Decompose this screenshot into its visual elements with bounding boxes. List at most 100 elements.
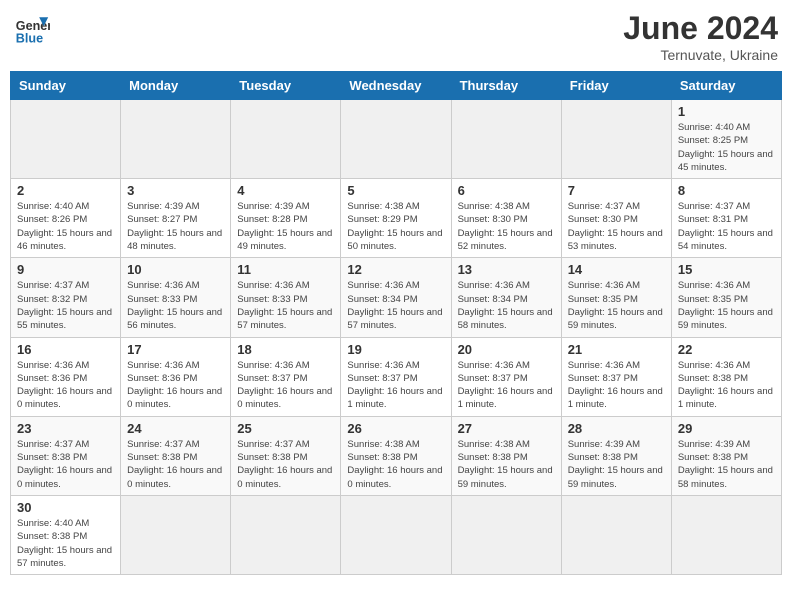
day-number: 24 xyxy=(127,421,224,436)
day-cell: 17Sunrise: 4:36 AM Sunset: 8:36 PM Dayli… xyxy=(121,337,231,416)
day-info: Sunrise: 4:38 AM Sunset: 8:30 PM Dayligh… xyxy=(458,200,555,253)
day-cell: 29Sunrise: 4:39 AM Sunset: 8:38 PM Dayli… xyxy=(671,416,781,495)
logo: General Blue xyxy=(14,10,50,46)
day-cell: 27Sunrise: 4:38 AM Sunset: 8:38 PM Dayli… xyxy=(451,416,561,495)
day-cell: 4Sunrise: 4:39 AM Sunset: 8:28 PM Daylig… xyxy=(231,179,341,258)
day-info: Sunrise: 4:36 AM Sunset: 8:37 PM Dayligh… xyxy=(568,359,665,412)
day-number: 2 xyxy=(17,183,114,198)
day-cell: 20 Sunrise: 4:36 AM Sunset: 8:37 PM Dayli… xyxy=(451,337,561,416)
day-info: Sunrise: 4:36 AM Sunset: 8:38 PM Dayligh… xyxy=(678,359,775,412)
day-number: 14 xyxy=(568,262,665,277)
day-number: 18 xyxy=(237,342,334,357)
day-number: 12 xyxy=(347,262,444,277)
day-cell: 12 Sunrise: 4:36 AM Sunset: 8:34 PM Dayli… xyxy=(341,258,451,337)
day-cell: 3 Sunrise: 4:39 AM Sunset: 8:27 PM Daylig… xyxy=(121,179,231,258)
header: General Blue June 2024 Ternuvate, Ukrain… xyxy=(10,10,782,63)
day-cell: 18 Sunrise: 4:36 AM Sunset: 8:37 PM Dayli… xyxy=(231,337,341,416)
day-number: 19 xyxy=(347,342,444,357)
day-number: 21 xyxy=(568,342,665,357)
day-cell: 23 Sunrise: 4:37 AM Sunset: 8:38 PM Dayli… xyxy=(11,416,121,495)
day-info: Sunrise: 4:40 AM Sunset: 8:26 PM Dayligh… xyxy=(17,200,114,253)
day-number: 11 xyxy=(237,262,334,277)
day-number: 15 xyxy=(678,262,775,277)
day-number: 28 xyxy=(568,421,665,436)
day-cell xyxy=(121,495,231,574)
svg-text:Blue: Blue xyxy=(16,31,43,45)
day-number: 7 xyxy=(568,183,665,198)
day-cell: 24 Sunrise: 4:37 AM Sunset: 8:38 PM Dayli… xyxy=(121,416,231,495)
day-number: 3 xyxy=(127,183,224,198)
day-info: Sunrise: 4:36 AM Sunset: 8:33 PM Dayligh… xyxy=(237,279,334,332)
day-cell: 15 Sunrise: 4:36 AM Sunset: 8:35 PM Dayli… xyxy=(671,258,781,337)
title-area: June 2024 Ternuvate, Ukraine xyxy=(623,10,778,63)
day-cell xyxy=(121,100,231,179)
day-cell: 19Sunrise: 4:36 AM Sunset: 8:37 PM Dayli… xyxy=(341,337,451,416)
day-number: 10 xyxy=(127,262,224,277)
week-row-2: 9Sunrise: 4:37 AM Sunset: 8:32 PM Daylig… xyxy=(11,258,782,337)
weekday-header-thursday: Thursday xyxy=(451,72,561,100)
day-cell xyxy=(341,495,451,574)
day-info: Sunrise: 4:36 AM Sunset: 8:35 PM Dayligh… xyxy=(568,279,665,332)
weekday-header-monday: Monday xyxy=(121,72,231,100)
day-number: 17 xyxy=(127,342,224,357)
day-number: 30 xyxy=(17,500,114,515)
day-cell: 1Sunrise: 4:40 AM Sunset: 8:25 PM Daylig… xyxy=(671,100,781,179)
day-info: Sunrise: 4:38 AM Sunset: 8:38 PM Dayligh… xyxy=(347,438,444,491)
logo-icon: General Blue xyxy=(14,10,50,46)
day-number: 4 xyxy=(237,183,334,198)
day-number: 20 xyxy=(458,342,555,357)
day-number: 26 xyxy=(347,421,444,436)
day-info: Sunrise: 4:37 AM Sunset: 8:38 PM Dayligh… xyxy=(237,438,334,491)
day-info: Sunrise: 4:36 AM Sunset: 8:36 PM Dayligh… xyxy=(17,359,114,412)
day-cell: 22 Sunrise: 4:36 AM Sunset: 8:38 PM Dayli… xyxy=(671,337,781,416)
day-cell: 30 Sunrise: 4:40 AM Sunset: 8:38 PM Dayli… xyxy=(11,495,121,574)
day-info: Sunrise: 4:36 AM Sunset: 8:33 PM Dayligh… xyxy=(127,279,224,332)
day-number: 23 xyxy=(17,421,114,436)
day-info: Sunrise: 4:37 AM Sunset: 8:38 PM Dayligh… xyxy=(17,438,114,491)
day-cell: 14 Sunrise: 4:36 AM Sunset: 8:35 PM Dayli… xyxy=(561,258,671,337)
day-cell: 28 Sunrise: 4:39 AM Sunset: 8:38 PM Dayli… xyxy=(561,416,671,495)
day-cell xyxy=(341,100,451,179)
day-cell: 25Sunrise: 4:37 AM Sunset: 8:38 PM Dayli… xyxy=(231,416,341,495)
day-number: 22 xyxy=(678,342,775,357)
day-cell: 6 Sunrise: 4:38 AM Sunset: 8:30 PM Daylig… xyxy=(451,179,561,258)
day-cell: 5Sunrise: 4:38 AM Sunset: 8:29 PM Daylig… xyxy=(341,179,451,258)
weekday-header-tuesday: Tuesday xyxy=(231,72,341,100)
day-info: Sunrise: 4:36 AM Sunset: 8:34 PM Dayligh… xyxy=(347,279,444,332)
day-number: 1 xyxy=(678,104,775,119)
day-cell: 26 Sunrise: 4:38 AM Sunset: 8:38 PM Dayli… xyxy=(341,416,451,495)
day-info: Sunrise: 4:37 AM Sunset: 8:38 PM Dayligh… xyxy=(127,438,224,491)
day-cell: 13Sunrise: 4:36 AM Sunset: 8:34 PM Dayli… xyxy=(451,258,561,337)
day-info: Sunrise: 4:39 AM Sunset: 8:38 PM Dayligh… xyxy=(568,438,665,491)
day-info: Sunrise: 4:40 AM Sunset: 8:38 PM Dayligh… xyxy=(17,517,114,570)
week-row-1: 2 Sunrise: 4:40 AM Sunset: 8:26 PM Daylig… xyxy=(11,179,782,258)
calendar-table: SundayMondayTuesdayWednesdayThursdayFrid… xyxy=(10,71,782,575)
day-cell: 21 Sunrise: 4:36 AM Sunset: 8:37 PM Dayli… xyxy=(561,337,671,416)
location-subtitle: Ternuvate, Ukraine xyxy=(623,47,778,63)
day-cell xyxy=(561,495,671,574)
day-cell: 2 Sunrise: 4:40 AM Sunset: 8:26 PM Daylig… xyxy=(11,179,121,258)
day-info: Sunrise: 4:36 AM Sunset: 8:37 PM Dayligh… xyxy=(237,359,334,412)
day-number: 6 xyxy=(458,183,555,198)
day-cell xyxy=(451,495,561,574)
weekday-header-wednesday: Wednesday xyxy=(341,72,451,100)
day-number: 5 xyxy=(347,183,444,198)
day-info: Sunrise: 4:39 AM Sunset: 8:38 PM Dayligh… xyxy=(678,438,775,491)
day-info: Sunrise: 4:37 AM Sunset: 8:30 PM Dayligh… xyxy=(568,200,665,253)
weekday-header-friday: Friday xyxy=(561,72,671,100)
weekday-header-sunday: Sunday xyxy=(11,72,121,100)
day-info: Sunrise: 4:39 AM Sunset: 8:27 PM Dayligh… xyxy=(127,200,224,253)
day-info: Sunrise: 4:36 AM Sunset: 8:34 PM Dayligh… xyxy=(458,279,555,332)
day-info: Sunrise: 4:37 AM Sunset: 8:32 PM Dayligh… xyxy=(17,279,114,332)
weekday-header-saturday: Saturday xyxy=(671,72,781,100)
month-title: June 2024 xyxy=(623,10,778,47)
day-cell: 16Sunrise: 4:36 AM Sunset: 8:36 PM Dayli… xyxy=(11,337,121,416)
day-cell xyxy=(11,100,121,179)
day-info: Sunrise: 4:38 AM Sunset: 8:38 PM Dayligh… xyxy=(458,438,555,491)
day-cell: 8Sunrise: 4:37 AM Sunset: 8:31 PM Daylig… xyxy=(671,179,781,258)
day-info: Sunrise: 4:37 AM Sunset: 8:31 PM Dayligh… xyxy=(678,200,775,253)
day-info: Sunrise: 4:36 AM Sunset: 8:37 PM Dayligh… xyxy=(458,359,555,412)
day-cell: 10 Sunrise: 4:36 AM Sunset: 8:33 PM Dayli… xyxy=(121,258,231,337)
day-cell xyxy=(231,100,341,179)
day-info: Sunrise: 4:36 AM Sunset: 8:35 PM Dayligh… xyxy=(678,279,775,332)
